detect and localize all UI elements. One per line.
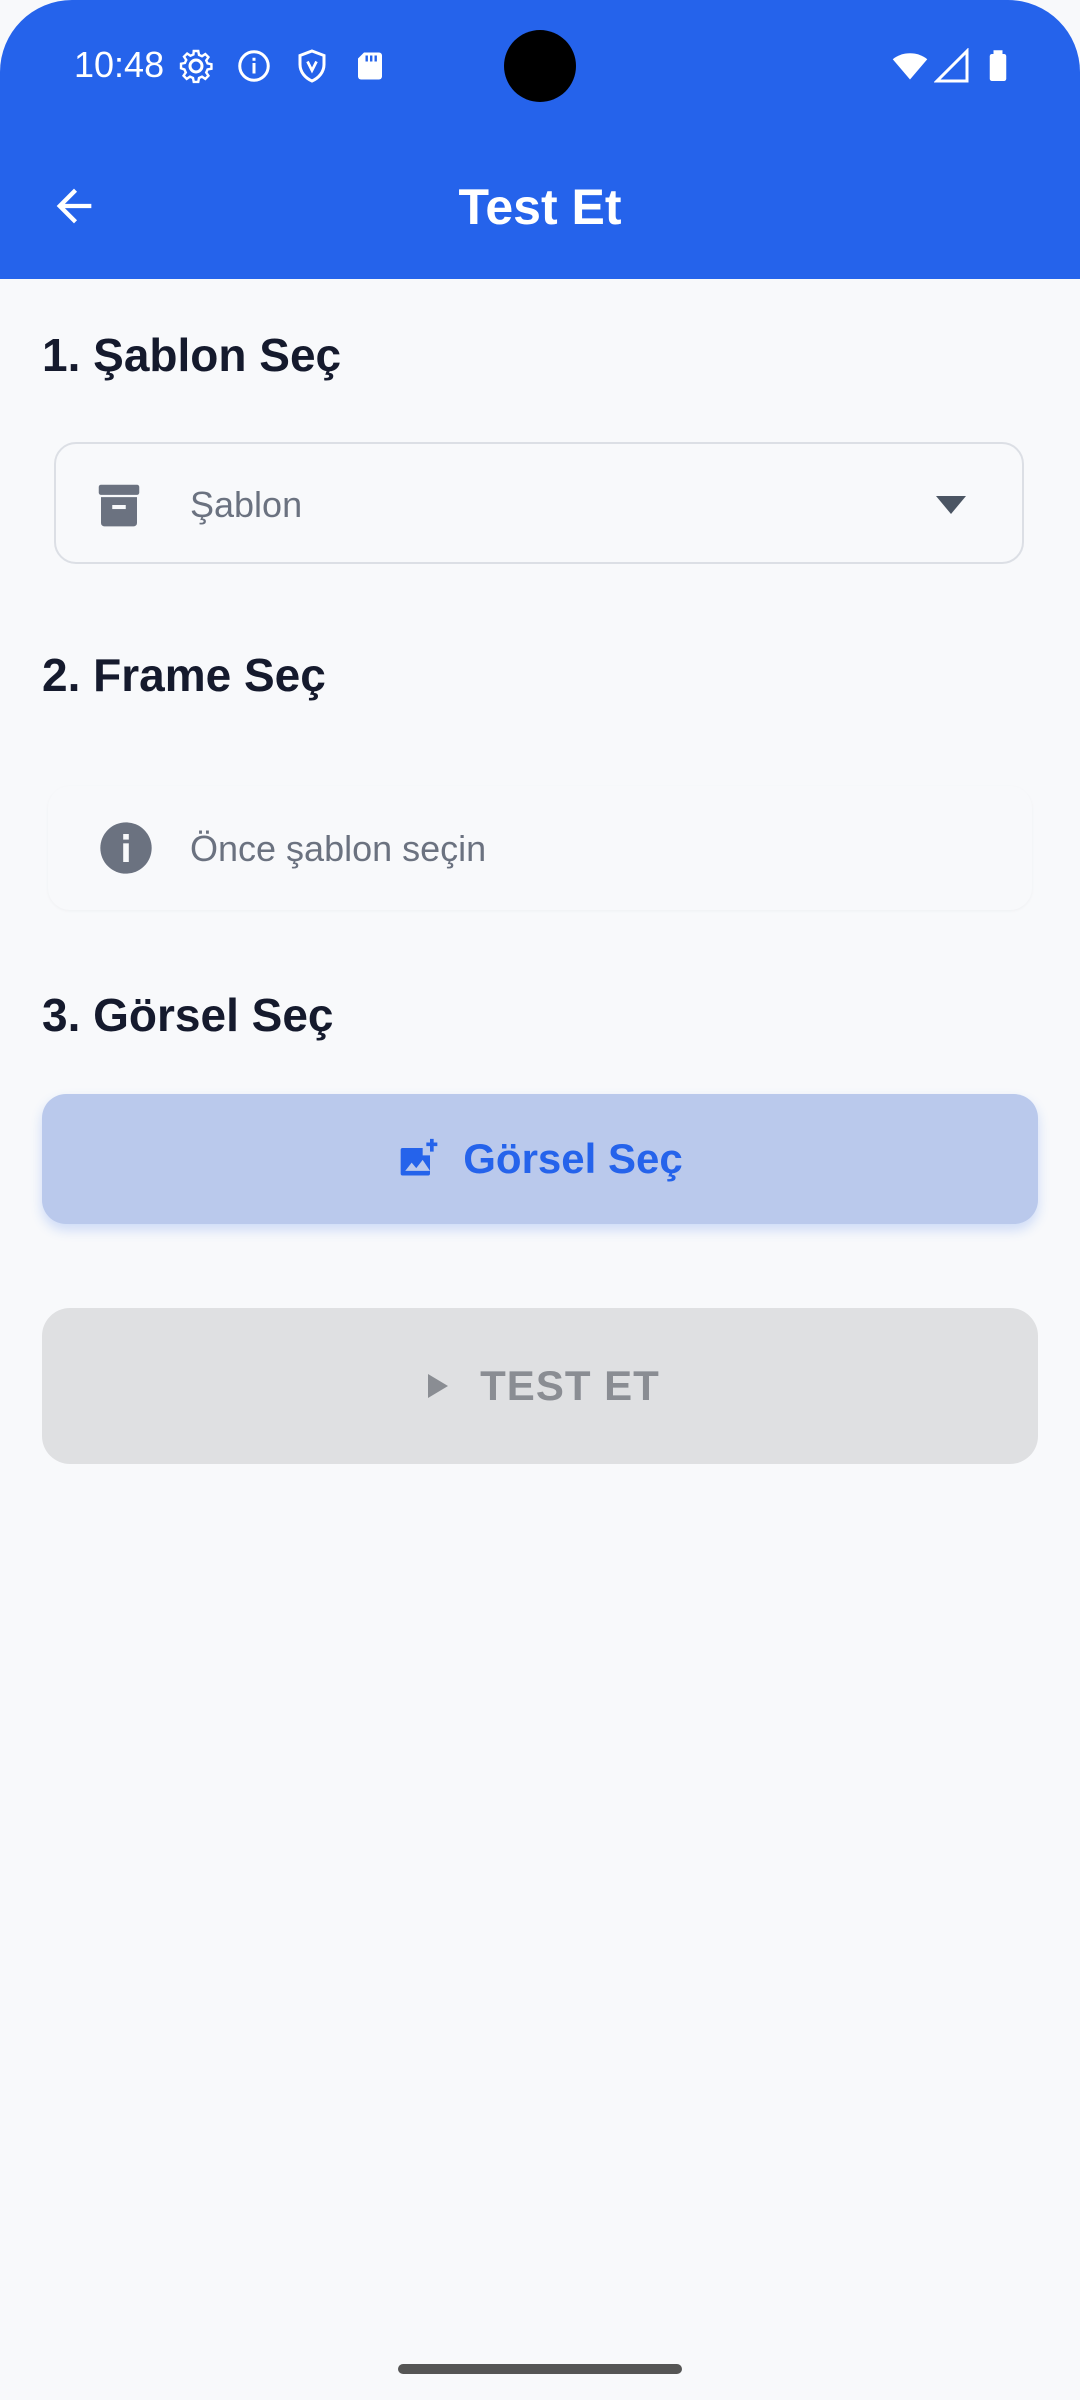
section-title-frame: 2. Frame Seç bbox=[42, 649, 326, 701]
section-title-image: 3. Görsel Seç bbox=[42, 989, 334, 1041]
section-title-template: 1. Şablon Seç bbox=[42, 329, 342, 381]
app-bar: Test Et bbox=[0, 134, 1080, 279]
wifi-icon bbox=[892, 53, 928, 80]
shield-icon bbox=[298, 49, 326, 83]
camera-cutout bbox=[504, 30, 576, 102]
dropdown-placeholder: Şablon bbox=[190, 484, 303, 525]
status-bar: 10:48 bbox=[0, 0, 1080, 134]
info-icon bbox=[100, 822, 152, 874]
screen: 10:48 Test Et 1. Şablon Seç Şablon 2. Fr… bbox=[0, 0, 1080, 2400]
battery-icon bbox=[989, 50, 1007, 81]
chevron-down-icon bbox=[936, 496, 966, 514]
status-time: 10:48 bbox=[74, 44, 165, 85]
template-dropdown[interactable]: Şablon bbox=[54, 442, 1024, 564]
sd-card-icon bbox=[358, 52, 382, 80]
test-button-label: TEST ET bbox=[480, 1362, 660, 1409]
gear-icon bbox=[179, 49, 213, 84]
archive-icon bbox=[98, 484, 140, 527]
test-button[interactable]: TEST ET bbox=[42, 1308, 1038, 1464]
info-icon bbox=[238, 50, 270, 82]
select-image-button[interactable]: Görsel Seç bbox=[42, 1094, 1038, 1224]
add-photo-icon bbox=[400, 1138, 438, 1176]
home-indicator[interactable] bbox=[398, 2364, 682, 2374]
select-image-label: Görsel Seç bbox=[463, 1135, 683, 1182]
cell-signal-icon bbox=[934, 48, 969, 83]
page-title: Test Et bbox=[458, 179, 622, 235]
play-icon bbox=[428, 1374, 449, 1398]
frame-info-card: Önce şablon seçin bbox=[48, 786, 1032, 910]
frame-info-text: Önce şablon seçin bbox=[190, 828, 487, 869]
